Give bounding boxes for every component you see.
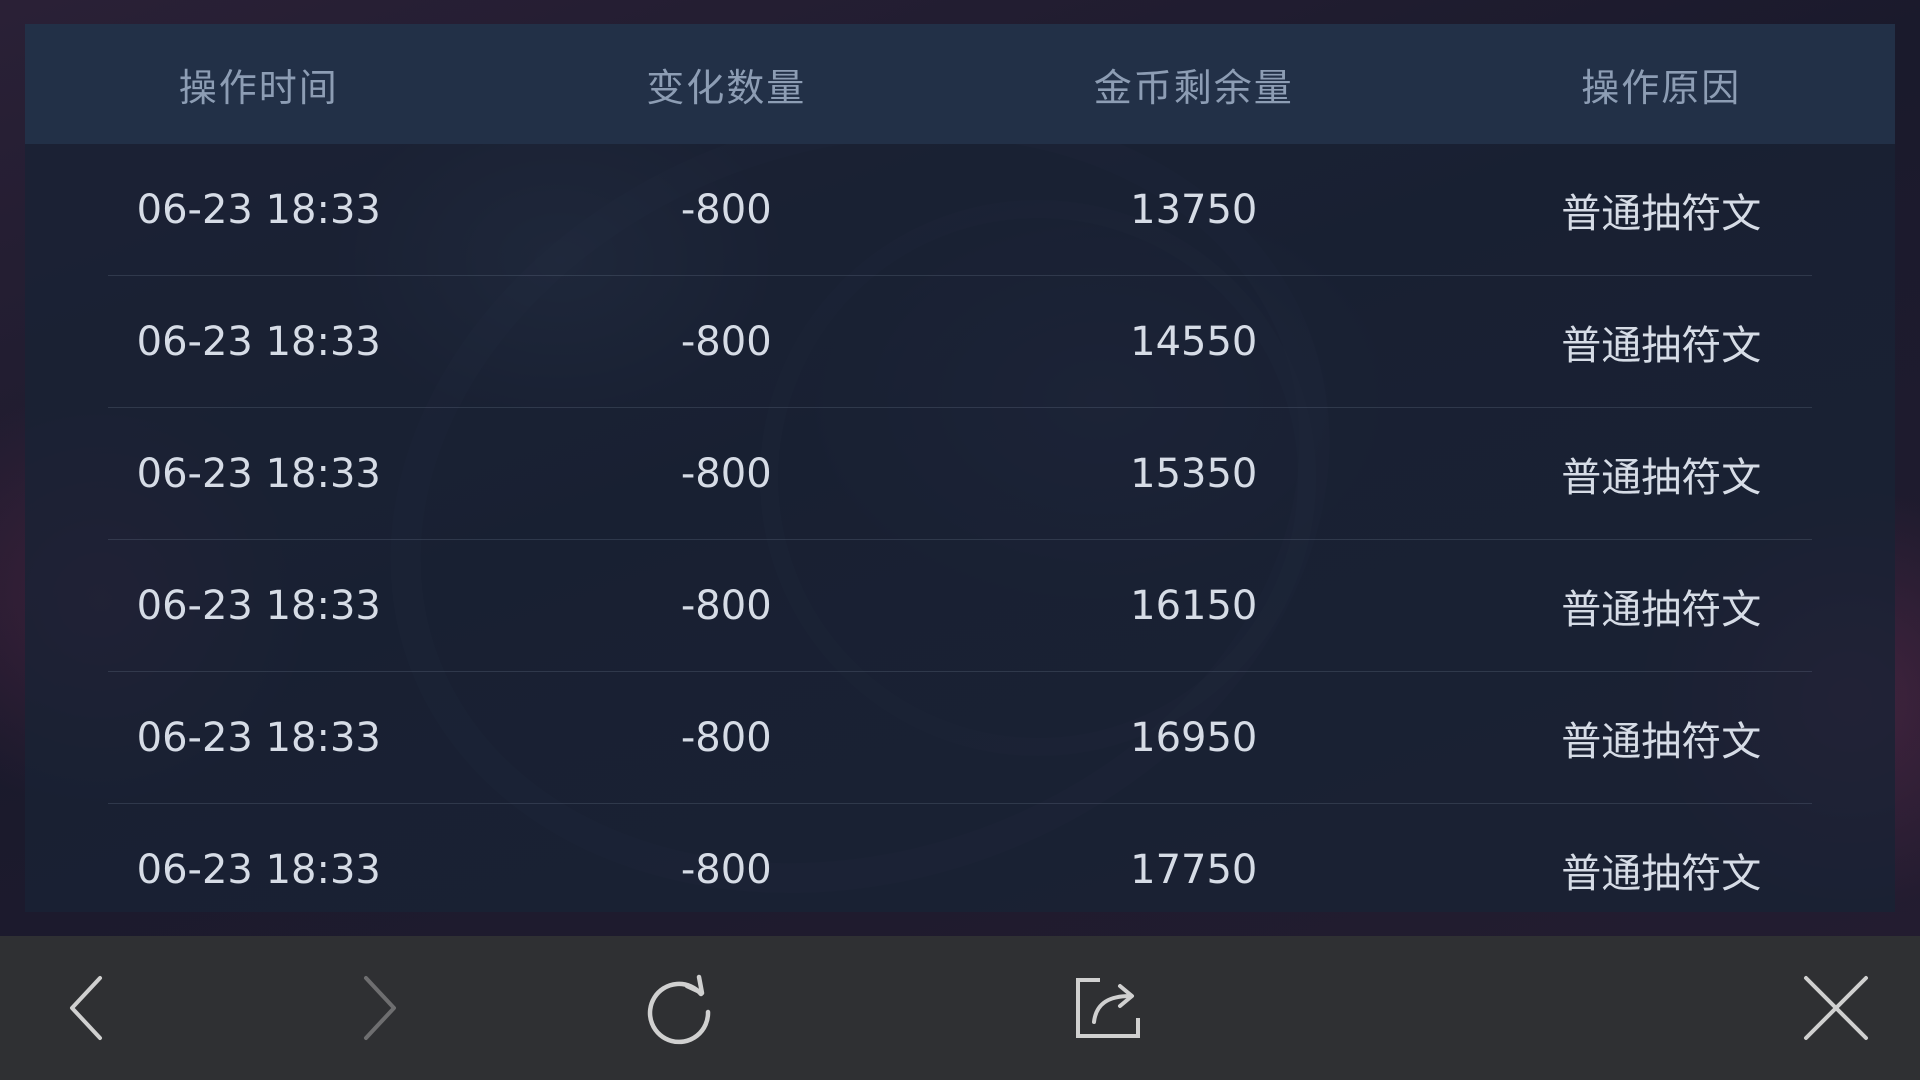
cell-remaining: 13750 (1130, 187, 1258, 233)
table-row: 06-23 18:33 -800 15350 普通抽符文 (25, 408, 1895, 540)
refresh-button[interactable] (629, 958, 729, 1058)
cell-remaining: 16950 (1130, 715, 1258, 761)
cell-reason: 普通抽符文 (1561, 719, 1762, 765)
cell-time: 06-23 18:33 (136, 319, 381, 365)
header-coins-remaining: 金币剩余量 (1093, 65, 1294, 110)
cell-change: -800 (680, 319, 772, 365)
cell-reason: 普通抽符文 (1561, 191, 1762, 237)
cell-time: 06-23 18:33 (136, 583, 381, 629)
cell-time: 06-23 18:33 (136, 715, 381, 761)
share-button[interactable] (1058, 958, 1158, 1058)
table-row: 06-23 18:33 -800 13750 普通抽符文 (25, 144, 1895, 276)
forward-button[interactable] (332, 958, 432, 1058)
cell-remaining: 17750 (1130, 847, 1258, 893)
cell-change: -800 (680, 583, 772, 629)
table-header: 操作时间 变化数量 金币剩余量 操作原因 (25, 24, 1895, 144)
cell-time: 06-23 18:33 (136, 451, 381, 497)
webview-screen: 操作时间 变化数量 金币剩余量 操作原因 06-23 18:33 -800 13… (0, 0, 1920, 1080)
close-button[interactable] (1786, 958, 1886, 1058)
table-body: 06-23 18:33 -800 13750 普通抽符文 06-23 18:33… (25, 144, 1895, 936)
browser-toolbar (0, 936, 1920, 1080)
header-change-amount: 变化数量 (646, 65, 807, 110)
chevron-left-icon (70, 976, 102, 1040)
coin-record-table: 操作时间 变化数量 金币剩余量 操作原因 06-23 18:33 -800 13… (25, 24, 1895, 912)
refresh-icon (647, 974, 711, 1045)
table-row: 06-23 18:33 -800 16950 普通抽符文 (25, 672, 1895, 804)
table-row: 06-23 18:33 -800 14550 普通抽符文 (25, 276, 1895, 408)
cell-reason: 普通抽符文 (1561, 323, 1762, 369)
cell-reason: 普通抽符文 (1561, 851, 1762, 897)
cell-change: -800 (680, 187, 772, 233)
chevron-right-icon (364, 976, 396, 1040)
back-button[interactable] (34, 958, 134, 1058)
table-row: 06-23 18:33 -800 17750 普通抽符文 (25, 804, 1895, 936)
share-icon (1076, 978, 1140, 1038)
cell-change: -800 (680, 451, 772, 497)
header-operation-reason: 操作原因 (1581, 65, 1742, 110)
table-row: 06-23 18:33 -800 16150 普通抽符文 (25, 540, 1895, 672)
cell-change: -800 (680, 715, 772, 761)
header-operation-time: 操作时间 (178, 65, 339, 110)
close-icon (1804, 976, 1868, 1040)
cell-remaining: 14550 (1130, 319, 1258, 365)
cell-reason: 普通抽符文 (1561, 455, 1762, 501)
cell-change: -800 (680, 847, 772, 893)
cell-remaining: 16150 (1130, 583, 1258, 629)
cell-time: 06-23 18:33 (136, 187, 381, 233)
cell-remaining: 15350 (1130, 451, 1258, 497)
cell-reason: 普通抽符文 (1561, 587, 1762, 633)
cell-time: 06-23 18:33 (136, 847, 381, 893)
